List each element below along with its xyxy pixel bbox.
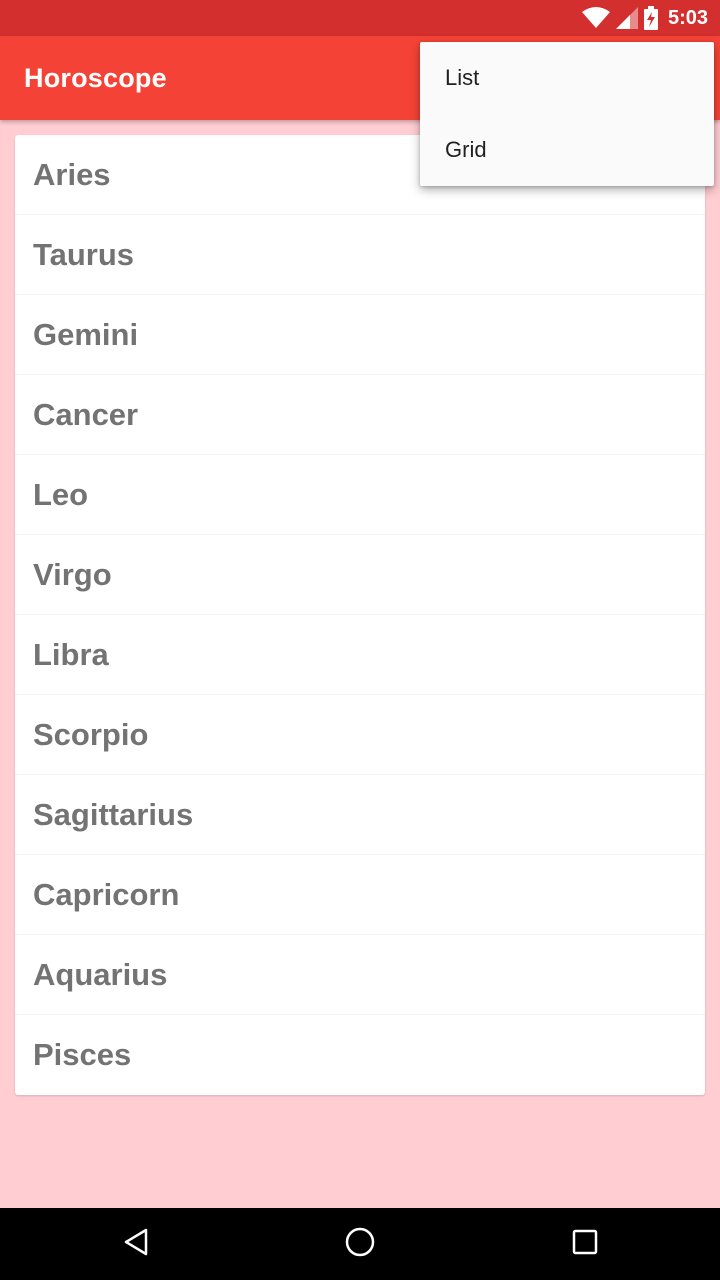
list-item-gemini[interactable]: Gemini	[15, 295, 705, 375]
home-icon	[344, 1226, 376, 1263]
list-item-taurus[interactable]: Taurus	[15, 215, 705, 295]
status-bar: 5:03	[0, 0, 720, 36]
list-item-sagittarius[interactable]: Sagittarius	[15, 775, 705, 855]
list-item-leo[interactable]: Leo	[15, 455, 705, 535]
back-button[interactable]	[86, 1208, 186, 1280]
signal-icon	[615, 7, 638, 29]
list-item-capricorn[interactable]: Capricorn	[15, 855, 705, 935]
content-area: Aries Taurus Gemini Cancer Leo Virgo Lib…	[0, 120, 720, 1208]
menu-item-grid[interactable]: Grid	[420, 114, 714, 186]
list-item-label: Libra	[33, 636, 109, 672]
status-time: 5:03	[667, 6, 708, 29]
battery-charging-icon	[643, 6, 658, 30]
wifi-icon	[581, 7, 610, 29]
navigation-bar	[0, 1208, 720, 1280]
menu-item-list[interactable]: List	[420, 42, 714, 114]
horoscope-list: Aries Taurus Gemini Cancer Leo Virgo Lib…	[15, 135, 705, 1095]
list-item-libra[interactable]: Libra	[15, 615, 705, 695]
list-item-label: Cancer	[33, 396, 139, 432]
list-item-label: Capricorn	[33, 876, 180, 912]
app-title: Horoscope	[24, 62, 167, 93]
list-item-cancer[interactable]: Cancer	[15, 375, 705, 455]
list-item-label: Sagittarius	[33, 796, 194, 832]
menu-item-label: Grid	[445, 137, 487, 162]
list-item-label: Taurus	[33, 236, 135, 272]
recents-icon	[571, 1228, 599, 1261]
list-item-label: Aquarius	[33, 956, 168, 992]
list-item-label: Gemini	[33, 316, 139, 352]
home-button[interactable]	[310, 1208, 410, 1280]
list-item-label: Scorpio	[33, 716, 149, 752]
menu-item-label: List	[445, 65, 480, 90]
list-item-pisces[interactable]: Pisces	[15, 1015, 705, 1095]
list-item-virgo[interactable]: Virgo	[15, 535, 705, 615]
list-item-label: Virgo	[33, 556, 112, 592]
list-item-aquarius[interactable]: Aquarius	[15, 935, 705, 1015]
list-item-label: Pisces	[33, 1037, 132, 1072]
overflow-menu: List Grid	[420, 42, 714, 186]
back-icon	[122, 1228, 150, 1261]
list-item-label: Leo	[33, 476, 89, 512]
list-item-scorpio[interactable]: Scorpio	[15, 695, 705, 775]
recents-button[interactable]	[535, 1208, 635, 1280]
list-item-label: Aries	[33, 156, 111, 192]
